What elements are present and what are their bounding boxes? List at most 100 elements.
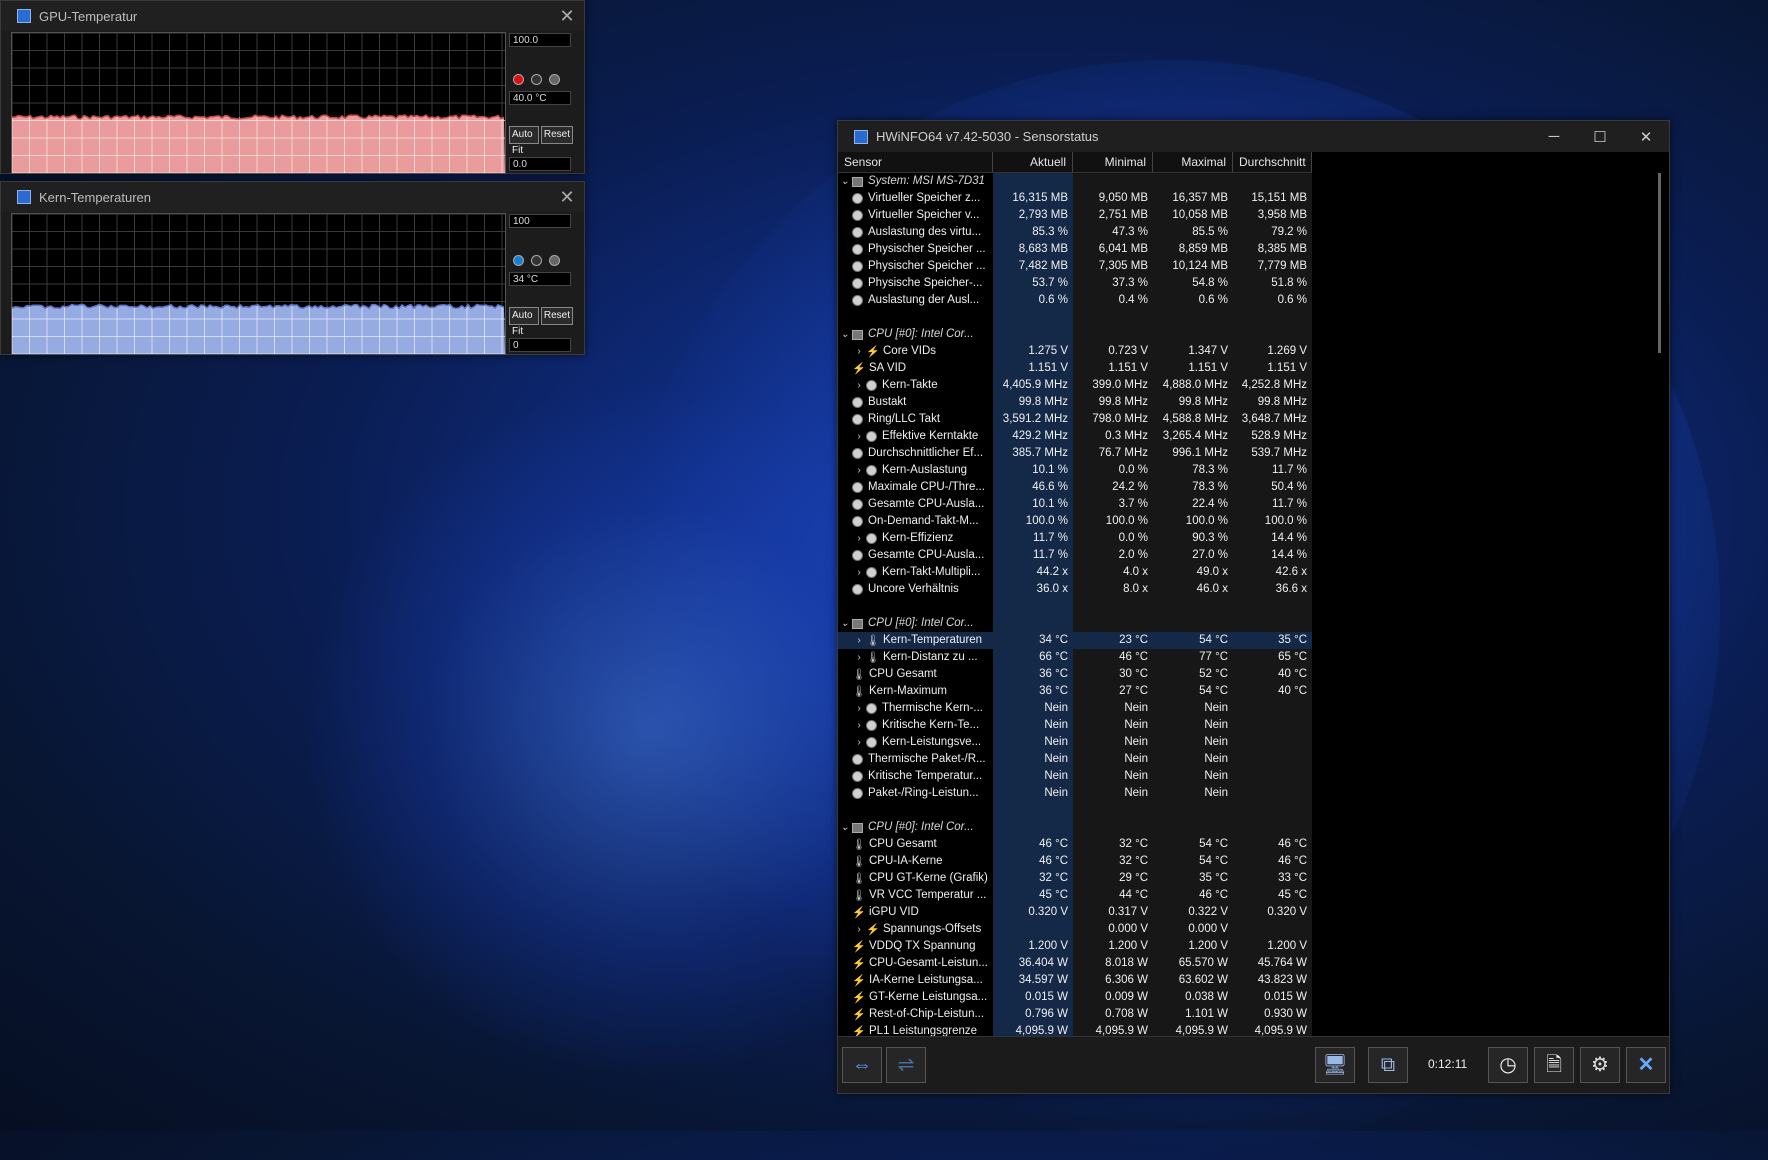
sensor-row[interactable]: Bustakt 99.8 MHz 99.8 MHz 99.8 MHz 99.8 MHz — [838, 394, 1648, 411]
sensor-row[interactable]: › ⚡ Spannungs-Offsets 0.000 V 0.000 V — [838, 921, 1648, 938]
expand-chevron-icon[interactable]: › — [852, 462, 866, 479]
sensor-row[interactable]: Gesamte CPU-Ausla... 10.1 % 3.7 % 22.4 % 11.… — [838, 496, 1648, 513]
collapse-chevron-icon[interactable]: ⌄ — [838, 326, 852, 343]
expand-chevron-icon[interactable]: › — [852, 530, 866, 547]
report-icon[interactable]: 🗎 — [1534, 1047, 1574, 1083]
color-swatch[interactable] — [549, 255, 560, 266]
graph-min-field[interactable]: 0.0 — [509, 157, 571, 171]
sensor-row[interactable]: On-Demand-Takt-M... 100.0 % 100.0 % 100.0 %… — [838, 513, 1648, 530]
sensor-row[interactable]: › Kritische Kern-Te... Nein Nein Nein — [838, 717, 1648, 734]
auto-fit-button[interactable]: Auto Fit — [509, 126, 539, 156]
sensor-row[interactable]: ⚡ iGPU VID 0.320 V 0.317 V 0.322 V 0.320 V — [838, 904, 1648, 921]
gpu-graph-window[interactable]: GPU-Temperatur ✕ 100.0 40.0 °C Auto Fit … — [0, 0, 585, 174]
sensor-group-row[interactable]: ⌄ System: MSI MS-7D31 — [838, 173, 1648, 190]
sensor-row[interactable]: ⚡ SA VID 1.151 V 1.151 V 1.151 V 1.151 V — [838, 360, 1648, 377]
expand-chevron-icon[interactable]: › — [852, 343, 866, 360]
sensor-row[interactable]: ⚡ IA-Kerne Leistungsa... 34.597 W 6.306 W 63… — [838, 972, 1648, 989]
expand-chevron-icon[interactable]: › — [852, 734, 866, 751]
sensor-group-row[interactable]: ⌄ CPU [#0]: Intel Cor... — [838, 819, 1648, 836]
column-header-sensor[interactable]: Sensor — [838, 152, 993, 172]
sensor-group-row[interactable]: ⌄ CPU [#0]: Intel Cor... — [838, 326, 1648, 343]
sensor-row[interactable]: Physische Speicher-... 53.7 % 37.3 % 54.8 %… — [838, 275, 1648, 292]
expand-chevron-icon[interactable]: › — [852, 649, 866, 666]
color-swatch[interactable] — [531, 255, 542, 266]
column-header-minimum[interactable]: Minimal — [1073, 152, 1153, 172]
graph-max-field[interactable]: 100 — [509, 214, 571, 228]
sensor-row[interactable]: › 🌡 Kern-Temperaturen 34 °C 23 °C 54 °C 35 °C — [838, 632, 1648, 649]
gear-icon[interactable]: ⚙ — [1580, 1047, 1620, 1083]
vertical-scrollbar[interactable] — [1658, 173, 1661, 353]
sensor-row[interactable]: › Kern-Leistungsve... Nein Nein Nein — [838, 734, 1648, 751]
color-swatch-red[interactable] — [513, 74, 524, 85]
sensor-row[interactable]: ⚡ GT-Kerne Leistungsa... 0.015 W 0.009 W 0.0… — [838, 989, 1648, 1006]
sensor-row[interactable]: › 🌡 Kern-Distanz zu ... 66 °C 46 °C 77 °C 65 °… — [838, 649, 1648, 666]
auto-fit-button[interactable]: Auto Fit — [509, 307, 539, 337]
monitor-icon[interactable]: 🖥 — [1315, 1047, 1355, 1083]
core-graph-titlebar[interactable]: Kern-Temperaturen ✕ — [1, 182, 584, 212]
sensor-row[interactable]: › Kern-Takte 4,405.9 MHz 399.0 MHz 4,888.0 M… — [838, 377, 1648, 394]
reset-button[interactable]: Reset — [540, 307, 573, 325]
hwinfo-window[interactable]: HWiNFO64 v7.42-5030 - Sensorstatus ─ ☐ ✕… — [837, 120, 1670, 1094]
expand-chevron-icon[interactable]: › — [852, 717, 866, 734]
sensor-row[interactable]: Gesamte CPU-Ausla... 11.7 % 2.0 % 27.0 % 14.… — [838, 547, 1648, 564]
expand-chevron-icon[interactable]: › — [852, 700, 866, 717]
collapse-chevron-icon[interactable]: ⌄ — [838, 615, 852, 632]
color-swatch[interactable] — [549, 74, 560, 85]
maximize-icon[interactable]: ☐ — [1577, 128, 1623, 146]
sensor-row[interactable]: Uncore Verhältnis 36.0 x 8.0 x 46.0 x 36.6 x — [838, 581, 1648, 598]
expand-chevron-icon[interactable]: › — [852, 564, 866, 581]
color-swatch-blue[interactable] — [513, 255, 524, 266]
sensor-row[interactable]: Virtueller Speicher z... 16,315 MB 9,050 M… — [838, 190, 1648, 207]
sensor-row[interactable]: › Kern-Effizienz 11.7 % 0.0 % 90.3 % 14.4 % — [838, 530, 1648, 547]
sensor-row[interactable]: Durchschnittlicher Ef... 385.7 MHz 76.7 MH… — [838, 445, 1648, 462]
sensor-row[interactable]: Paket-/Ring-Leistun... Nein Nein Nein — [838, 785, 1648, 802]
expand-chevron-icon[interactable]: › — [852, 921, 866, 938]
sensor-row[interactable]: Auslastung des virtu... 85.3 % 47.3 % 85.5 … — [838, 224, 1648, 241]
sensor-row[interactable]: 🌡 CPU-IA-Kerne 46 °C 32 °C 54 °C 46 °C — [838, 853, 1648, 870]
network-icon[interactable]: ⧉ — [1368, 1047, 1408, 1083]
close-icon[interactable]: ✕ — [550, 187, 584, 208]
sensor-row[interactable]: ⚡ VDDQ TX Spannung 1.200 V 1.200 V 1.200 V 1.… — [838, 938, 1648, 955]
gpu-graph-titlebar[interactable]: GPU-Temperatur ✕ — [1, 1, 584, 31]
sensor-row[interactable]: ⚡ Rest-of-Chip-Leistun... 0.796 W 0.708 W 1.… — [838, 1006, 1648, 1023]
sensor-row[interactable]: › Thermische Kern-... Nein Nein Nein — [838, 700, 1648, 717]
sensor-row[interactable]: Kritische Temperatur... Nein Nein Nein — [838, 768, 1648, 785]
collapse-arrows-icon[interactable]: ⇌ — [886, 1047, 926, 1083]
sensor-row[interactable]: Thermische Paket-/R... Nein Nein Nein — [838, 751, 1648, 768]
sensor-row[interactable]: Physischer Speicher ... 8,683 MB 6,041 MB 8… — [838, 241, 1648, 258]
sensor-row[interactable]: › Effektive Kerntakte 429.2 MHz 0.3 MHz 3,26… — [838, 428, 1648, 445]
minimize-icon[interactable]: ─ — [1531, 128, 1577, 145]
close-icon[interactable]: ✕ — [1623, 128, 1669, 146]
column-header-current[interactable]: Aktuell — [993, 152, 1073, 172]
core-graph-window[interactable]: Kern-Temperaturen ✕ 100 34 °C Auto Fit R… — [0, 181, 585, 355]
collapse-chevron-icon[interactable]: ⌄ — [838, 819, 852, 836]
sensor-row[interactable]: ⚡ CPU-Gesamt-Leistun... 36.404 W 8.018 W 65.… — [838, 955, 1648, 972]
exit-icon[interactable]: ✕ — [1626, 1047, 1666, 1083]
expand-arrows-icon[interactable]: ⇔ — [842, 1047, 882, 1083]
column-header-average[interactable]: Durchschnitt — [1233, 152, 1312, 172]
sensor-row[interactable]: Ring/LLC Takt 3,591.2 MHz 798.0 MHz 4,588.8… — [838, 411, 1648, 428]
sensor-row[interactable]: › Kern-Auslastung 10.1 % 0.0 % 78.3 % 11.7 % — [838, 462, 1648, 479]
expand-chevron-icon[interactable]: › — [852, 377, 866, 394]
sensor-row[interactable]: › Kern-Takt-Multipli... 44.2 x 4.0 x 49.0 x4… — [838, 564, 1648, 581]
expand-chevron-icon[interactable]: › — [852, 428, 866, 445]
sensor-row[interactable]: 🌡 CPU GT-Kerne (Grafik) 32 °C 29 °C 35 °C 33 … — [838, 870, 1648, 887]
sensor-row[interactable]: 🌡 VR VCC Temperatur ... 45 °C 44 °C 46 °C 45 … — [838, 887, 1648, 904]
sensor-row[interactable]: 🌡 CPU Gesamt 46 °C 32 °C 54 °C 46 °C — [838, 836, 1648, 853]
sensor-row[interactable]: Maximale CPU-/Thre... 46.6 % 24.2 % 78.3 % 5… — [838, 479, 1648, 496]
collapse-chevron-icon[interactable]: ⌄ — [838, 173, 852, 190]
hwinfo-titlebar[interactable]: HWiNFO64 v7.42-5030 - Sensorstatus ─ ☐ ✕ — [838, 121, 1669, 152]
sensor-row[interactable]: Auslastung der Ausl... 0.6 % 0.4 % 0.6 % 0.6… — [838, 292, 1648, 309]
sensor-row[interactable]: › ⚡ Core VIDs 1.275 V 0.723 V 1.347 V 1.269 V — [838, 343, 1648, 360]
sensor-row[interactable]: Virtueller Speicher v... 2,793 MB 2,751 MB… — [838, 207, 1648, 224]
graph-min-field[interactable]: 0 — [509, 338, 571, 352]
sensor-row[interactable]: 🌡 Kern-Maximum 36 °C 27 °C 54 °C 40 °C — [838, 683, 1648, 700]
column-header-maximum[interactable]: Maximal — [1153, 152, 1233, 172]
sensor-group-row[interactable]: ⌄ CPU [#0]: Intel Cor... — [838, 615, 1648, 632]
reset-button[interactable]: Reset — [540, 126, 573, 144]
graph-max-field[interactable]: 100.0 — [509, 33, 571, 47]
expand-chevron-icon[interactable]: › — [852, 632, 866, 649]
sensor-row[interactable]: 🌡 CPU Gesamt 36 °C 30 °C 52 °C 40 °C — [838, 666, 1648, 683]
sensor-row[interactable]: Physischer Speicher ... 7,482 MB 7,305 MB 1… — [838, 258, 1648, 275]
clock-icon[interactable]: ◷ — [1488, 1047, 1528, 1083]
